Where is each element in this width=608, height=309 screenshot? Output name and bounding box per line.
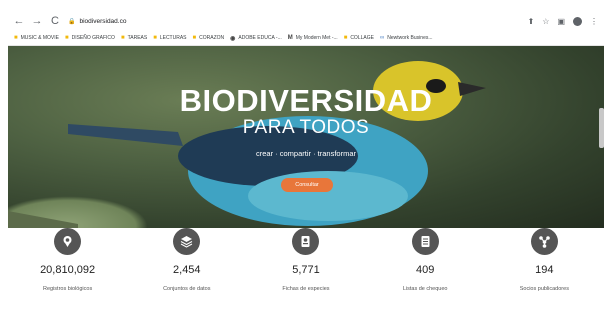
address-bar[interactable]: 🔒 biodiversidad.co [68,18,126,25]
stat-label: Listas de chequeo [402,286,448,292]
bookmark-item[interactable]: ■ CORAZON [193,35,225,41]
reload-button[interactable]: C [48,12,62,31]
stat-value: 194 [535,264,554,276]
menu-icon[interactable]: ⋮ [590,17,598,26]
hero-subtitle: PARA TODOS [242,117,370,138]
stat-checklists[interactable]: 409 Listas de chequeo [375,228,475,309]
stat-label: Fichas de especies [282,286,330,292]
species-card-icon [292,228,320,255]
stat-species[interactable]: 5,771 Fichas de especies [256,228,356,309]
network-icon: ∞ [379,35,385,41]
pin-icon [54,228,82,255]
browser-toolbar: ← → C 🔒 biodiversidad.co ⬆ ☆ ▣ ⋮ [8,12,604,31]
bookmark-item[interactable]: ∞ Newtwork Busines... [380,35,433,41]
bookmark-item[interactable]: ■ LECTURAS [153,35,186,41]
folder-icon: ■ [153,35,157,41]
stat-value: 20,810,092 [40,264,96,276]
folder-icon: ■ [120,35,125,41]
stat-publishers[interactable]: 194 Socios publicadores [494,228,594,309]
bookmarks-bar: ■ MUSIC & MOVIE ■ DISEÑO GRAFICO ■ TAREAS ■… [8,31,604,46]
stat-label: Socios publicadores [519,286,569,292]
share-icon[interactable]: ⬆ [528,17,535,26]
hero-title: BIODIVERSIDAD [179,83,433,118]
layers-icon [173,228,201,255]
bookmark-item[interactable]: ■ DISEÑO GRAFICO [65,35,115,41]
checklist-icon [411,228,439,255]
browser-window: ← → C 🔒 biodiversidad.co ⬆ ☆ ▣ ⋮ ■ MUSIC … [8,12,604,309]
folder-icon: ■ [64,35,69,41]
forward-button[interactable]: → [30,12,44,31]
bookmark-item[interactable]: ◉ ADOBE EDUCA -... [230,35,282,42]
hero-tagline: crear · compartir · transformar [255,149,357,158]
sidepanel-icon[interactable]: ▣ [557,17,565,26]
stat-value: 5,771 [292,264,320,276]
bookmark-item[interactable]: M My Modern Met -... [288,35,338,41]
stat-records[interactable]: 20,810,092 Registros biológicos [18,228,118,309]
folder-icon: ■ [343,35,348,41]
stats-section: 20,810,092 Registros biológicos 2,454 Co… [8,228,604,309]
stat-label: Conjuntos de datos [163,286,211,292]
folder-icon: ■ [192,35,197,41]
adobe-icon: ◉ [230,35,236,42]
scrollbar[interactable] [599,108,604,148]
stat-datasets[interactable]: 2,454 Conjuntos de datos [137,228,237,309]
url-text: biodiversidad.co [79,18,127,25]
lock-icon: 🔒 [68,19,76,25]
star-icon[interactable]: ☆ [542,17,549,26]
folder-icon: ■ [14,35,18,41]
back-button[interactable]: ← [12,12,26,31]
stat-value: 409 [415,264,435,276]
network-nodes-icon [530,228,558,255]
mymodernmet-icon: M [287,35,293,41]
bookmark-item[interactable]: ■ MUSIC & MOVIE [14,35,59,41]
consultar-button[interactable]: Consultar [281,178,333,192]
stat-label: Registros biológicos [42,286,93,292]
bookmark-item[interactable]: ■ TAREAS [121,35,147,41]
bookmark-item[interactable]: ■ COLLAGE [344,35,374,41]
stat-value: 2,454 [173,264,201,276]
hero-banner: BIODIVERSIDAD PARA TODOS crear · compart… [8,46,604,228]
profile-avatar[interactable] [573,17,582,26]
